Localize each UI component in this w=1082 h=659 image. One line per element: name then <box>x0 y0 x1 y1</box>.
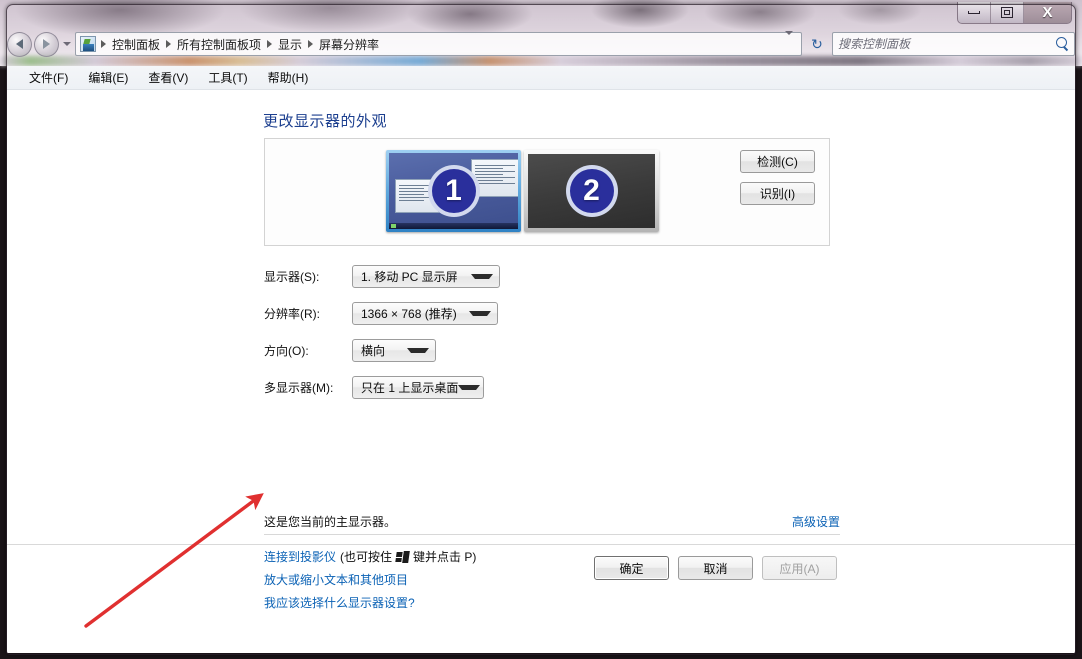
monitor-2[interactable]: 2 <box>524 150 659 232</box>
search-icon <box>1055 37 1069 51</box>
resolution-select[interactable]: 1366 × 768 (推荐) <box>352 302 498 325</box>
breadcrumb-separator-icon <box>267 40 273 48</box>
breadcrumb-separator-icon <box>166 40 172 48</box>
breadcrumb[interactable]: 控制面板 所有控制面板项 显示 屏幕分辨率 <box>75 31 802 56</box>
make-text-larger-link[interactable]: 放大或缩小文本和其他项目 <box>264 571 408 588</box>
chevron-down-icon <box>471 274 493 279</box>
bottom-divider <box>7 544 1075 545</box>
preview-actions: 检测(C) 识别(I) <box>740 150 815 205</box>
monitor-1-taskbar <box>389 223 518 229</box>
breadcrumb-separator-icon <box>101 40 106 48</box>
display-label: 显示器(S): <box>264 270 320 284</box>
form-row-orientation: 方向(O): 横向 <box>264 332 844 369</box>
note-divider <box>264 534 840 535</box>
apply-button: 应用(A) <box>762 556 837 580</box>
resolution-label: 分辨率(R): <box>264 307 320 321</box>
chevron-down-icon <box>407 348 429 353</box>
display-select[interactable]: 1. 移动 PC 显示屏 <box>352 265 500 288</box>
primary-display-note: 这是您当前的主显示器。 <box>264 515 397 529</box>
projector-hint-suffix: 键并点击 P) <box>413 550 477 564</box>
projector-hint-prefix: (也可按住 <box>340 550 393 564</box>
connect-projector-link[interactable]: 连接到投影仪 <box>264 548 336 565</box>
recent-locations-button[interactable] <box>61 42 73 46</box>
projector-link-line: 连接到投影仪 (也可按住 键并点击 P) <box>264 545 476 568</box>
resolution-select-value: 1366 × 768 (推荐) <box>361 307 457 321</box>
address-bar: 控制面板 所有控制面板项 显示 屏幕分辨率 ↻ <box>7 28 1075 60</box>
search-box[interactable] <box>832 32 1075 56</box>
control-panel-icon <box>80 36 96 52</box>
refresh-icon: ↻ <box>811 35 823 52</box>
chevron-down-icon <box>785 31 793 52</box>
display-settings-form: 显示器(S): 1. 移动 PC 显示屏 分辨率(R): 1366 × 768 … <box>264 258 844 406</box>
menu-item-edit[interactable]: 编辑(E) <box>78 66 138 89</box>
maximize-icon <box>1001 7 1013 18</box>
detect-button[interactable]: 检测(C) <box>740 150 815 173</box>
ok-button[interactable]: 确定 <box>594 556 669 580</box>
chevron-down-icon <box>469 311 491 316</box>
breadcrumb-dropdown-button[interactable] <box>781 31 797 53</box>
menu-item-help[interactable]: 帮助(H) <box>258 66 319 89</box>
close-icon: X <box>1042 4 1053 21</box>
thumb-lines-icon <box>475 165 515 186</box>
arrow-right-icon <box>43 39 50 49</box>
breadcrumb-item-all-items[interactable]: 所有控制面板项 <box>174 34 264 55</box>
monitor-2-number-badge: 2 <box>565 165 618 217</box>
dialog-actions: 确定 取消 应用(A) <box>594 556 837 580</box>
windows-key-icon <box>395 550 410 563</box>
maximize-button[interactable] <box>991 2 1024 23</box>
text-size-link-line: 放大或缩小文本和其他项目 <box>264 568 476 591</box>
page-title: 更改显示器的外观 <box>263 113 388 130</box>
monitor-preview-panel: 1 2 检测(C) 识别(I) <box>264 138 830 246</box>
orientation-select-value: 横向 <box>361 344 386 358</box>
form-row-resolution: 分辨率(R): 1366 × 768 (推荐) <box>264 295 844 332</box>
orientation-label: 方向(O): <box>264 344 309 358</box>
chevron-down-icon <box>63 42 71 46</box>
advanced-settings-link[interactable]: 高级设置 <box>792 513 840 530</box>
menu-item-file[interactable]: 文件(F) <box>19 66 78 89</box>
multiple-displays-label: 多显示器(M): <box>264 381 334 395</box>
which-display-settings-link[interactable]: 我应该选择什么显示器设置? <box>264 594 415 611</box>
menu-bar: 文件(F) 编辑(E) 查看(V) 工具(T) 帮助(H) <box>7 66 1075 90</box>
multiple-displays-select-value: 只在 1 上显示桌面 <box>361 381 459 395</box>
content-area: 更改显示器的外观 1 2 检测(C) 识别(I) 显示器(S): 1. 移动 P… <box>7 90 1075 653</box>
minimize-icon <box>968 11 980 14</box>
refresh-button[interactable]: ↻ <box>806 32 828 56</box>
display-select-value: 1. 移动 PC 显示屏 <box>361 270 458 284</box>
menu-item-tools[interactable]: 工具(T) <box>198 66 257 89</box>
help-links: 连接到投影仪 (也可按住 键并点击 P) 放大或缩小文本和其他项目 我应该选择什… <box>264 545 476 614</box>
monitor-1[interactable]: 1 <box>386 150 521 232</box>
breadcrumb-item-screen-resolution[interactable]: 屏幕分辨率 <box>316 34 382 55</box>
search-input[interactable] <box>838 37 1055 51</box>
menu-item-view[interactable]: 查看(V) <box>138 66 198 89</box>
form-row-multiple-displays: 多显示器(M): 只在 1 上显示桌面 <box>264 369 844 406</box>
arrow-left-icon <box>16 39 23 49</box>
breadcrumb-item-control-panel[interactable]: 控制面板 <box>109 34 163 55</box>
form-row-display: 显示器(S): 1. 移动 PC 显示屏 <box>264 258 844 295</box>
primary-display-note-row: 这是您当前的主显示器。 高级设置 <box>264 513 840 530</box>
minimize-button[interactable] <box>958 2 991 23</box>
chevron-down-icon <box>458 385 481 390</box>
monitor-1-number-badge: 1 <box>427 165 480 217</box>
monitor-1-tray-icon <box>391 224 396 228</box>
breadcrumb-item-display[interactable]: 显示 <box>275 34 305 55</box>
multiple-displays-select[interactable]: 只在 1 上显示桌面 <box>352 376 484 399</box>
orientation-select[interactable]: 横向 <box>352 339 436 362</box>
window-controls: X <box>957 2 1072 24</box>
monitor-layout: 1 2 <box>386 150 659 232</box>
cancel-button[interactable]: 取消 <box>678 556 753 580</box>
close-button[interactable]: X <box>1024 2 1071 23</box>
screen-root: X 控制面板 所有控制面板项 显示 屏幕分辨率 ↻ 搜索控制面板 文件(F) 编… <box>0 0 1082 659</box>
which-settings-link-line: 我应该选择什么显示器设置? <box>264 591 476 614</box>
back-button[interactable] <box>7 31 32 57</box>
forward-button[interactable] <box>34 31 59 57</box>
identify-button[interactable]: 识别(I) <box>740 182 815 205</box>
breadcrumb-separator-icon <box>308 40 314 48</box>
